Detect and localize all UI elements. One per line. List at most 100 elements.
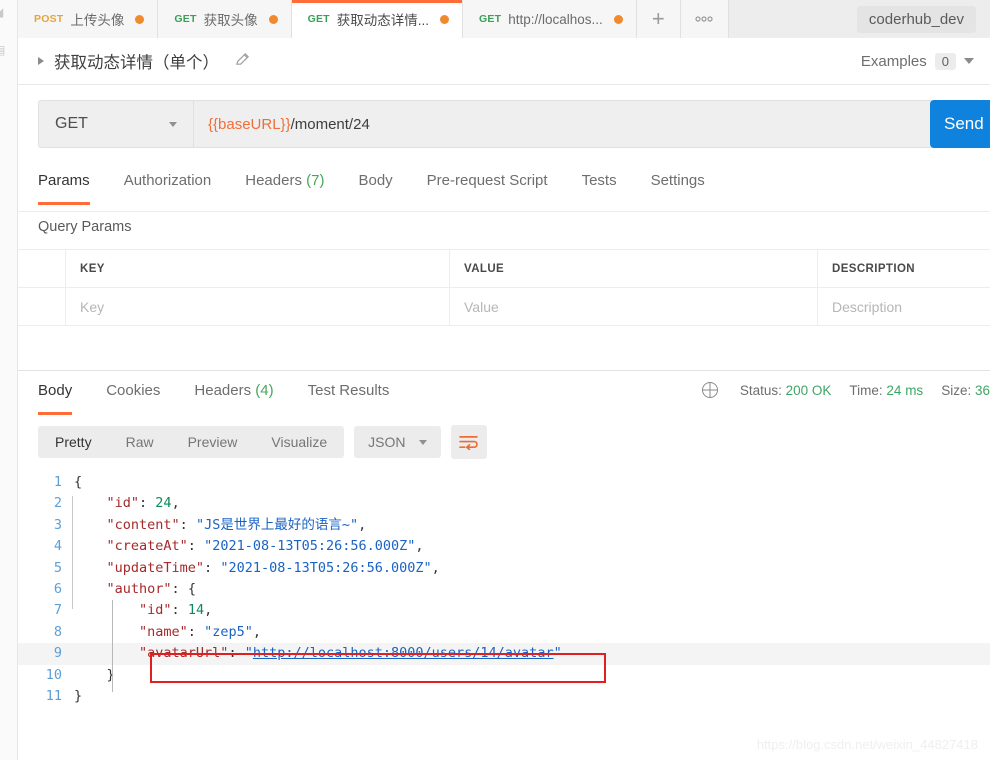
table-row[interactable]: Key Value Description <box>18 288 990 326</box>
code-token: , <box>415 538 424 555</box>
code-token: "avatarUrl" <box>74 645 229 662</box>
unsaved-dot-icon <box>440 14 450 24</box>
tab-pre-request-script[interactable]: Pre-request Script <box>427 166 548 205</box>
tab-tests-label: Tests <box>581 172 617 189</box>
code-text: "avatarUrl": "http://localhost:8000/user… <box>74 643 562 664</box>
examples-dropdown[interactable]: Examples 0 <box>860 52 974 70</box>
code-token: "2021-08-13T05:26:56.000Z" <box>220 559 432 576</box>
unsaved-dot-icon <box>613 14 623 24</box>
code-text: "author": { <box>74 579 196 600</box>
time-group: Time: 24 ms <box>849 383 923 398</box>
view-visualize-button[interactable]: Visualize <box>254 426 344 458</box>
code-token: , <box>252 623 261 640</box>
page-title: 获取动态详情（单个） <box>54 54 219 72</box>
code-line: 11} <box>18 686 990 707</box>
row-checkbox-cell[interactable] <box>18 288 66 325</box>
tab-method-label: POST <box>34 13 64 25</box>
pencil-glyph <box>236 53 249 65</box>
status-label: Status: <box>739 382 782 398</box>
code-line: 1{ <box>18 472 990 493</box>
sidebar-strip: ◢ ▤ ◔ <box>0 0 18 760</box>
code-token: : <box>179 516 196 533</box>
sidebar-glyph: ◔ <box>0 76 1 88</box>
tab-body[interactable]: Body <box>358 166 392 205</box>
tab-settings[interactable]: Settings <box>651 166 705 205</box>
environment-name: coderhub_dev <box>856 5 976 33</box>
line-number: 11 <box>45 687 62 704</box>
word-wrap-button[interactable] <box>450 425 487 459</box>
tab-settings-label: Settings <box>650 172 705 189</box>
code-token: : <box>228 645 245 662</box>
code-lines: 1{2 "id": 24, 3 "content": "JS是世界上最好的语言~"… <box>18 472 990 707</box>
code-line: 7 "id": 14, <box>18 600 990 621</box>
request-tab-0[interactable]: POST 上传头像 <box>18 0 159 38</box>
param-key-input[interactable]: Key <box>66 288 450 325</box>
code-token: "id" <box>74 495 140 512</box>
param-value-input[interactable]: Value <box>450 288 818 325</box>
tab-body-label: Body <box>358 172 393 189</box>
response-divider[interactable] <box>18 370 990 371</box>
tab-headers[interactable]: Headers (7) <box>245 166 324 205</box>
code-line: 8 "name": "zep5", <box>18 622 990 643</box>
tab-tests[interactable]: Tests <box>582 166 617 205</box>
response-tab-body[interactable]: Body <box>38 376 73 415</box>
send-button[interactable]: Send <box>930 100 990 148</box>
response-tab-test-results[interactable]: Test Results <box>308 376 390 415</box>
response-tab-cookies[interactable]: Cookies <box>106 376 160 415</box>
code-token: : <box>171 580 188 597</box>
code-token: : <box>139 495 156 512</box>
view-preview-button[interactable]: Preview <box>171 426 255 458</box>
code-token: http://localhost:8000/users/14/avatar <box>252 645 554 662</box>
code-text: "id": 14, <box>74 600 212 621</box>
column-header-description: DESCRIPTION <box>832 262 915 275</box>
code-token: 14 <box>187 602 205 619</box>
url-input[interactable]: {{baseURL}}/moment/24 <box>194 101 942 147</box>
request-tab-3[interactable]: GET http://localhos... <box>463 0 637 38</box>
response-tab-headers[interactable]: Headers (4) <box>194 376 273 415</box>
code-token: , <box>358 516 367 533</box>
url-bar: GET {{baseURL}}/moment/24 <box>38 100 943 148</box>
tab-options-icon[interactable] <box>680 0 729 38</box>
status-value: 200 OK <box>785 382 832 398</box>
caret-right-icon[interactable] <box>38 57 44 65</box>
table-header-checkbox-cell <box>18 250 66 287</box>
code-text: "content": "JS是世界上最好的语言~", <box>74 515 367 536</box>
code-text: "id": 24, <box>74 493 180 514</box>
new-tab-button[interactable]: + <box>636 0 681 38</box>
body-view-switcher: Pretty Raw Preview Visualize <box>38 426 345 458</box>
tab-pre-request-script-label: Pre-request Script <box>426 172 548 189</box>
chevron-down-icon <box>964 58 974 64</box>
view-pretty-button[interactable]: Pretty <box>38 426 109 458</box>
environment-selector[interactable]: coderhub_dev <box>838 0 990 38</box>
ellipsis-icon <box>695 16 713 22</box>
code-token: } <box>74 666 115 683</box>
tab-authorization[interactable]: Authorization <box>124 166 212 205</box>
body-format-select[interactable]: JSON <box>354 426 441 458</box>
param-description-input[interactable]: Description <box>818 288 990 325</box>
tab-params[interactable]: Params <box>38 166 90 205</box>
query-params-table: KEY VALUE DESCRIPTION Key Value Descript… <box>18 249 990 362</box>
response-tab-test-results-label: Test Results <box>307 382 390 399</box>
code-token: , <box>204 602 213 619</box>
request-tab-2[interactable]: GET 获取动态详情... <box>291 0 464 38</box>
code-token: : <box>187 623 205 640</box>
request-tab-1[interactable]: GET 获取头像 <box>158 0 292 38</box>
chevron-down-icon <box>418 439 427 445</box>
pencil-icon[interactable] <box>235 52 250 70</box>
table-header-row: KEY VALUE DESCRIPTION <box>18 250 990 288</box>
code-line: 3 "content": "JS是世界上最好的语言~", <box>18 515 990 536</box>
view-raw-button[interactable]: Raw <box>109 426 171 458</box>
code-line: 10 } <box>18 665 990 686</box>
tab-title: 获取动态详情... <box>336 13 430 28</box>
response-body-code[interactable]: 1{2 "id": 24, 3 "content": "JS是世界上最好的语言~"… <box>18 472 990 760</box>
http-method-select[interactable]: GET <box>39 101 194 147</box>
query-params-label: Query Params <box>38 219 132 235</box>
indent-guide <box>72 496 73 609</box>
tab-params-label: Params <box>38 172 90 189</box>
examples-label: Examples <box>860 52 927 70</box>
size-group: Size: 36 <box>941 383 990 398</box>
watermark: https://blog.csdn.net/weixin_44827418 <box>756 737 978 752</box>
globe-icon[interactable] <box>701 382 718 398</box>
tab-title: http://localhos... <box>508 11 603 27</box>
code-line: 6 "author": { <box>18 579 990 600</box>
